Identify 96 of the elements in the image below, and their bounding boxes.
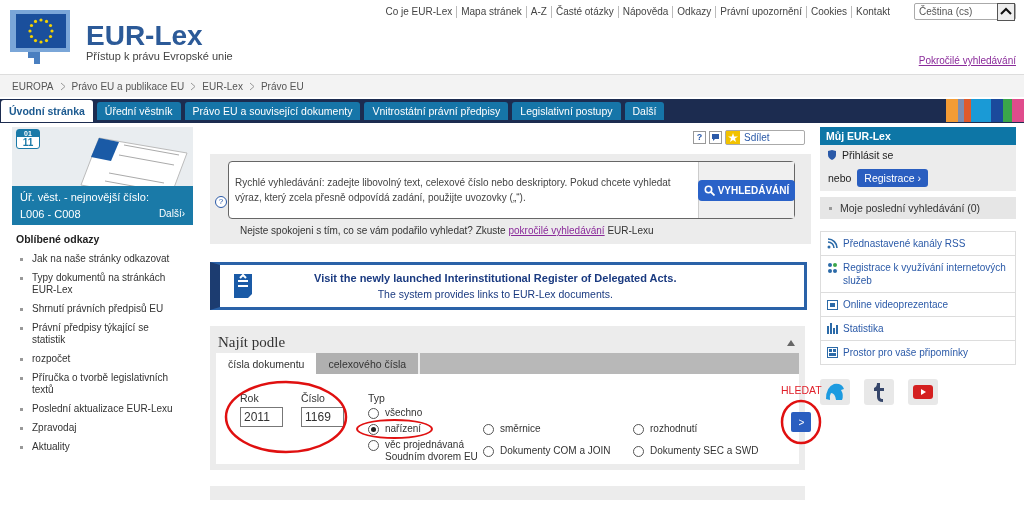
- footer-link[interactable]: Právní upozornění: [720, 6, 802, 17]
- chevron-icon: [190, 81, 197, 91]
- submit-button[interactable]: >: [791, 412, 812, 432]
- footer-link[interactable]: Odkazy: [677, 6, 712, 17]
- nav-tab[interactable]: Další: [624, 102, 665, 120]
- footer-link[interactable]: Mapa stránek: [461, 6, 522, 17]
- service-link[interactable]: Přednastavené kanály RSS: [821, 232, 1015, 256]
- radio-option[interactable]: Dokumenty COM a JOIN: [483, 445, 611, 457]
- share-button[interactable]: Sdílet: [725, 129, 805, 145]
- radio-option[interactable]: rozhodnutí: [633, 423, 698, 435]
- advanced-search-link[interactable]: pokročilé vyhledávání: [508, 225, 605, 236]
- footer-link[interactable]: Časté otázky: [555, 6, 614, 17]
- footer-link[interactable]: Nápověda: [622, 6, 669, 17]
- register-button[interactable]: Registrace ›: [857, 169, 928, 187]
- favorite-link[interactable]: Typy dokumentů na stránkách EUR-Lex: [12, 272, 182, 296]
- help-icon[interactable]: ?: [215, 196, 227, 208]
- radio-button[interactable]: [633, 446, 644, 457]
- breadcrumb-link[interactable]: EUROPA: [12, 80, 54, 92]
- breadcrumb-link[interactable]: Právo EU: [260, 80, 304, 92]
- language-select[interactable]: Čeština (cs): [914, 3, 1016, 20]
- delegated-acts-banner[interactable]: Visit the newly launched Interinstitutional Register of Delegated Acts. The system provides links to EUR-Lex documents.: [210, 262, 807, 310]
- journal-title: Úř. věst. - nejnovější číslo:: [20, 191, 150, 203]
- chat-icon[interactable]: [709, 130, 722, 144]
- video-icon: [827, 299, 838, 310]
- field-label: Rok: [240, 392, 260, 404]
- radio-button[interactable]: [368, 424, 379, 435]
- favorite-link[interactable]: Jak na naše stránky odkazovat: [12, 253, 182, 265]
- my-eurlex-heading: Můj EUR-Lex: [820, 127, 1016, 145]
- footer-link[interactable]: Co je EUR-Lex: [385, 6, 453, 17]
- annotation-ellipse: [780, 399, 823, 445]
- favorite-link[interactable]: Aktuality: [12, 441, 182, 453]
- radio-option[interactable]: nařízení: [356, 419, 434, 439]
- people-icon: [827, 262, 838, 274]
- radio-button[interactable]: [483, 424, 494, 435]
- find-tab[interactable]: čísla dokumentu: [216, 353, 317, 374]
- input-field[interactable]: 1169: [301, 407, 344, 427]
- login-link[interactable]: Přihlásit se: [842, 149, 894, 161]
- radio-option[interactable]: věc projednávaná Soudním dvorem EU: [368, 439, 483, 463]
- favorite-link[interactable]: Poslední aktualizace EUR-Lexu: [12, 403, 182, 415]
- video-play-icon[interactable]: [908, 379, 938, 405]
- star-icon: [726, 130, 740, 144]
- radio-option[interactable]: Dokumenty SEC a SWD: [633, 445, 759, 457]
- help-icon[interactable]: ?: [693, 130, 706, 144]
- type-label: Typ: [368, 392, 386, 404]
- radio-button[interactable]: [633, 424, 644, 435]
- breadcrumb-link[interactable]: Právo EU a publikace EU: [71, 80, 185, 92]
- nav-tab[interactable]: Úřední věstník: [96, 102, 181, 120]
- service-link[interactable]: Registrace k využívání internetových služeb: [821, 256, 1015, 293]
- chevron-icon: [59, 81, 66, 91]
- breadcrumb-link[interactable]: EUR-Lex: [202, 80, 243, 92]
- comments-icon: [827, 347, 838, 358]
- document-icon: [232, 272, 254, 300]
- find-by-heading: Najít podle: [218, 334, 286, 351]
- radio-button[interactable]: [368, 408, 379, 419]
- service-link[interactable]: Prostor pro vaše připomínky: [821, 341, 1015, 364]
- nav-tab[interactable]: Právo EU a související dokumenty: [184, 102, 361, 120]
- favorite-link[interactable]: rozpočet: [12, 353, 182, 365]
- footer-link[interactable]: A-Z: [530, 6, 547, 17]
- favorite-link[interactable]: Zpravodaj: [12, 422, 182, 434]
- journal-issues: L006 - C008: [20, 208, 81, 220]
- field-label: Číslo: [301, 392, 326, 404]
- nav-tab[interactable]: Legislativní postupy: [512, 102, 621, 120]
- advanced-search-hint: Nejste spokojeni s tím, co se vám podařilo vyhledat? Zkuste pokročilé vyhledávání EUR-Lexu: [240, 225, 655, 236]
- bird-icon[interactable]: [820, 379, 850, 405]
- recent-searches-item[interactable]: Moje poslední vyhledávání (0): [820, 197, 1016, 219]
- radio-option[interactable]: všechno: [368, 407, 423, 419]
- find-tab[interactable]: celexového čísla: [316, 353, 421, 374]
- site-logo-text: EUR-Lex: [86, 22, 204, 50]
- input-field[interactable]: 2011: [240, 407, 283, 427]
- radio-option[interactable]: směrnice: [483, 423, 541, 435]
- rss-icon: [827, 238, 838, 249]
- favorite-link[interactable]: Právní předpisy týkající se statistik: [12, 322, 182, 346]
- chevron-icon: [248, 81, 255, 91]
- collapse-icon[interactable]: [787, 339, 795, 346]
- or-text: nebo: [828, 172, 852, 184]
- footer-link[interactable]: Kontakt: [856, 6, 890, 17]
- nav-tab[interactable]: Úvodní stránka: [1, 100, 93, 122]
- bar-chart-icon: [827, 323, 838, 334]
- search-caption: HLEDAT: [781, 384, 822, 396]
- radio-button[interactable]: [483, 446, 494, 457]
- footer-link[interactable]: Cookies: [810, 6, 848, 17]
- site-tagline: Přístup k právu Evropské unie: [86, 50, 233, 62]
- more-link[interactable]: Další›: [158, 208, 185, 220]
- favorite-link[interactable]: Shrnutí právních předpisů EU: [12, 303, 182, 315]
- shield-icon: [828, 150, 836, 160]
- nav-tab[interactable]: Vnitrostátní právní předpisy: [364, 102, 509, 120]
- banner-title: Visit the newly launched Interinstitutional Register of Delegated Acts.: [314, 272, 677, 284]
- t-logo-icon[interactable]: [864, 379, 894, 405]
- radio-button[interactable]: [368, 440, 379, 451]
- service-link[interactable]: Statistika: [821, 317, 1015, 341]
- favorite-link[interactable]: Příručka o tvorbě legislativních textů: [12, 372, 182, 396]
- service-link[interactable]: Online videoprezentace: [821, 293, 1015, 317]
- caret-icon: [997, 2, 1015, 21]
- banner-subtitle: The system provides links to EUR-Lex documents.: [377, 288, 613, 300]
- advanced-search-link[interactable]: Pokročilé vyhledávání: [918, 55, 1016, 66]
- favorites-heading: Oblíbené odkazy: [16, 233, 101, 245]
